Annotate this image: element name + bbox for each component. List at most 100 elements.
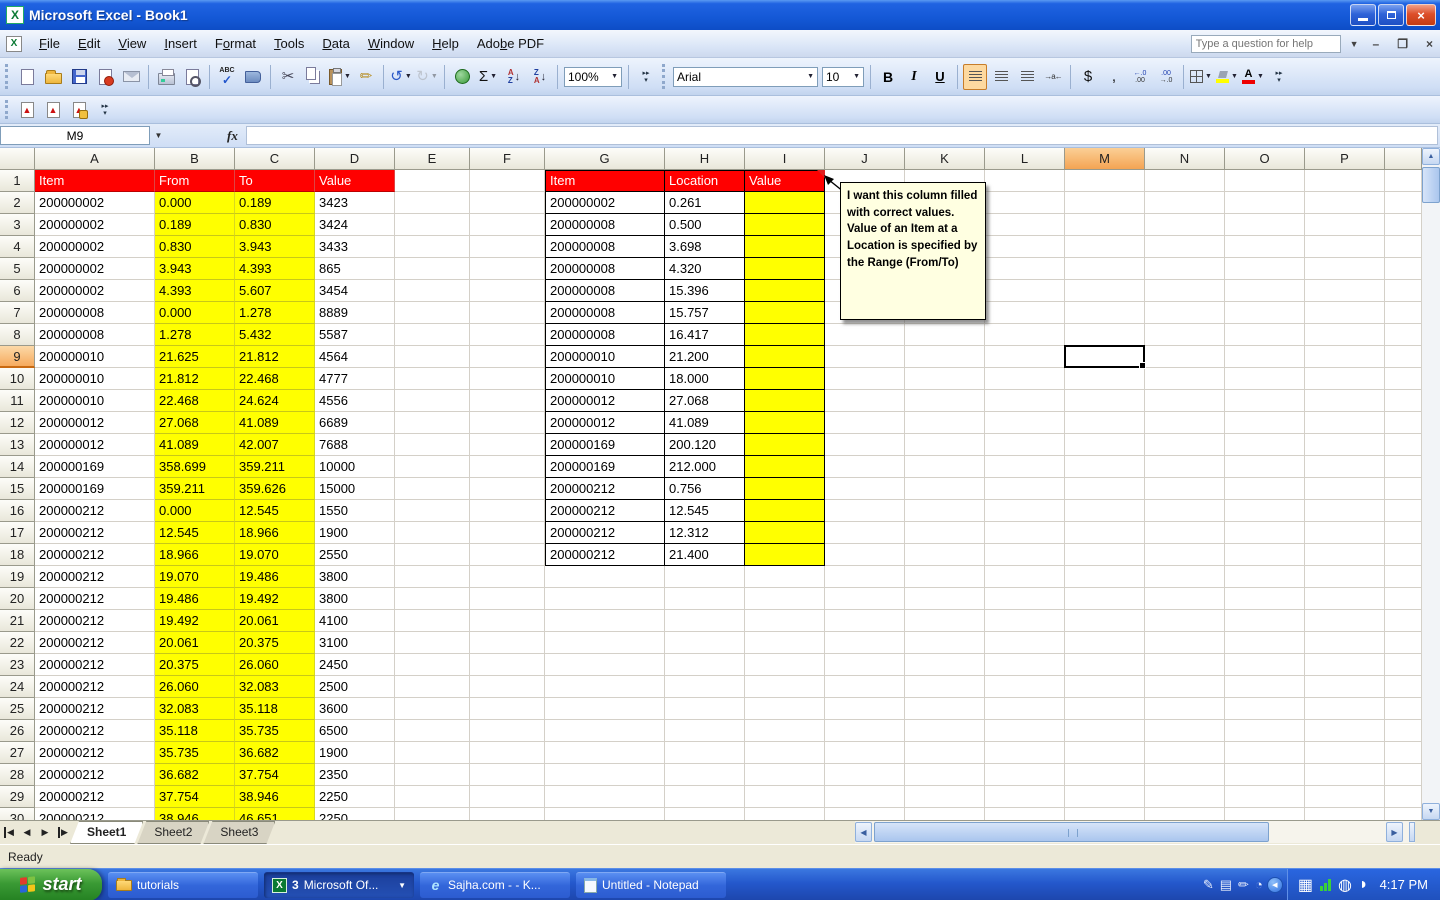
cell-O8[interactable] <box>1225 324 1305 346</box>
cell-C6[interactable]: 5.607 <box>235 280 315 302</box>
cell-H19[interactable] <box>665 566 745 588</box>
cell-B5[interactable]: 3.943 <box>155 258 235 280</box>
cell-E18[interactable] <box>395 544 470 566</box>
cell-H1[interactable]: Location <box>665 170 745 192</box>
cell-B24[interactable]: 26.060 <box>155 676 235 698</box>
cell-O19[interactable] <box>1225 566 1305 588</box>
cell-G19[interactable] <box>545 566 665 588</box>
row-header-11[interactable]: 11 <box>0 390 35 412</box>
cell-K25[interactable] <box>905 698 985 720</box>
format-painter-button[interactable]: ✏ <box>354 64 378 90</box>
cell-N28[interactable] <box>1145 764 1225 786</box>
align-right-button[interactable] <box>1015 64 1039 90</box>
cell-F29[interactable] <box>470 786 545 808</box>
cell-C15[interactable]: 359.626 <box>235 478 315 500</box>
cell-L16[interactable] <box>985 500 1065 522</box>
cell-G29[interactable] <box>545 786 665 808</box>
cell-G26[interactable] <box>545 720 665 742</box>
cell-D15[interactable]: 15000 <box>315 478 395 500</box>
ink-icon[interactable]: ✏ <box>1238 877 1249 893</box>
column-header-L[interactable]: L <box>985 148 1065 170</box>
row-header-10[interactable]: 10 <box>0 368 35 390</box>
cell-C19[interactable]: 19.486 <box>235 566 315 588</box>
cell-D10[interactable]: 4777 <box>315 368 395 390</box>
cell-P7[interactable] <box>1305 302 1385 324</box>
font-name-box-dropdown-icon[interactable]: ▼ <box>807 73 814 80</box>
cell-M25[interactable] <box>1065 698 1145 720</box>
cell-O26[interactable] <box>1225 720 1305 742</box>
cell-H18[interactable]: 21.400 <box>665 544 745 566</box>
cell-O17[interactable] <box>1225 522 1305 544</box>
cell-D26[interactable]: 6500 <box>315 720 395 742</box>
cell-J13[interactable] <box>825 434 905 456</box>
cell-E23[interactable] <box>395 654 470 676</box>
cell-N10[interactable] <box>1145 368 1225 390</box>
cell-H11[interactable]: 27.068 <box>665 390 745 412</box>
row-header-3[interactable]: 3 <box>0 214 35 236</box>
cell-H25[interactable] <box>665 698 745 720</box>
cell-O22[interactable] <box>1225 632 1305 654</box>
cell-F18[interactable] <box>470 544 545 566</box>
cell-O20[interactable] <box>1225 588 1305 610</box>
cell-D21[interactable]: 4100 <box>315 610 395 632</box>
cell-F30[interactable] <box>470 808 545 820</box>
comma-style-button[interactable]: , <box>1102 64 1126 90</box>
column-header-O[interactable]: O <box>1225 148 1305 170</box>
cell-F20[interactable] <box>470 588 545 610</box>
cell-P8[interactable] <box>1305 324 1385 346</box>
copy-button[interactable] <box>302 64 326 90</box>
cell-G9[interactable]: 200000010 <box>545 346 665 368</box>
cell-F11[interactable] <box>470 390 545 412</box>
column-header-E[interactable]: E <box>395 148 470 170</box>
cell-N16[interactable] <box>1145 500 1225 522</box>
cell-O11[interactable] <box>1225 390 1305 412</box>
row-header-9[interactable]: 9 <box>0 346 35 368</box>
row-header-26[interactable]: 26 <box>0 720 35 742</box>
cell-M13[interactable] <box>1065 434 1145 456</box>
cell-L11[interactable] <box>985 390 1065 412</box>
cell-J8[interactable] <box>825 324 905 346</box>
cell-L13[interactable] <box>985 434 1065 456</box>
row-header-8[interactable]: 8 <box>0 324 35 346</box>
horizontal-scroll-thumb[interactable] <box>874 822 1269 842</box>
cell-B8[interactable]: 1.278 <box>155 324 235 346</box>
cell-D4[interactable]: 3433 <box>315 236 395 258</box>
cell-I13[interactable] <box>745 434 825 456</box>
scroll-down-icon[interactable]: ▼ <box>1422 803 1440 820</box>
cell-J22[interactable] <box>825 632 905 654</box>
row-header-2[interactable]: 2 <box>0 192 35 214</box>
cell-L17[interactable] <box>985 522 1065 544</box>
cell-K26[interactable] <box>905 720 985 742</box>
cell-M18[interactable] <box>1065 544 1145 566</box>
bold-button[interactable]: B <box>876 64 900 90</box>
cell-C21[interactable]: 20.061 <box>235 610 315 632</box>
cell-E6[interactable] <box>395 280 470 302</box>
currency-button[interactable]: $ <box>1076 64 1100 90</box>
cell-P22[interactable] <box>1305 632 1385 654</box>
cell-D8[interactable]: 5587 <box>315 324 395 346</box>
cell-F9[interactable] <box>470 346 545 368</box>
cell-F19[interactable] <box>470 566 545 588</box>
cell-F21[interactable] <box>470 610 545 632</box>
cell-H14[interactable]: 212.000 <box>665 456 745 478</box>
cell-F22[interactable] <box>470 632 545 654</box>
cell-H12[interactable]: 41.089 <box>665 412 745 434</box>
cell-M22[interactable] <box>1065 632 1145 654</box>
cell-A20[interactable]: 200000212 <box>35 588 155 610</box>
cell-F23[interactable] <box>470 654 545 676</box>
column-header-M[interactable]: M <box>1065 148 1145 170</box>
cell-O3[interactable] <box>1225 214 1305 236</box>
scroll-up-icon[interactable]: ▲ <box>1422 148 1440 165</box>
cell-N20[interactable] <box>1145 588 1225 610</box>
cell-E29[interactable] <box>395 786 470 808</box>
cell-D30[interactable]: 2250 <box>315 808 395 820</box>
cell-K14[interactable] <box>905 456 985 478</box>
cell-I14[interactable] <box>745 456 825 478</box>
column-header-K[interactable]: K <box>905 148 985 170</box>
cell-I30[interactable] <box>745 808 825 820</box>
cell-D17[interactable]: 1900 <box>315 522 395 544</box>
print-preview-button[interactable] <box>180 64 204 90</box>
cell-P24[interactable] <box>1305 676 1385 698</box>
cell-G22[interactable] <box>545 632 665 654</box>
cell-B12[interactable]: 27.068 <box>155 412 235 434</box>
